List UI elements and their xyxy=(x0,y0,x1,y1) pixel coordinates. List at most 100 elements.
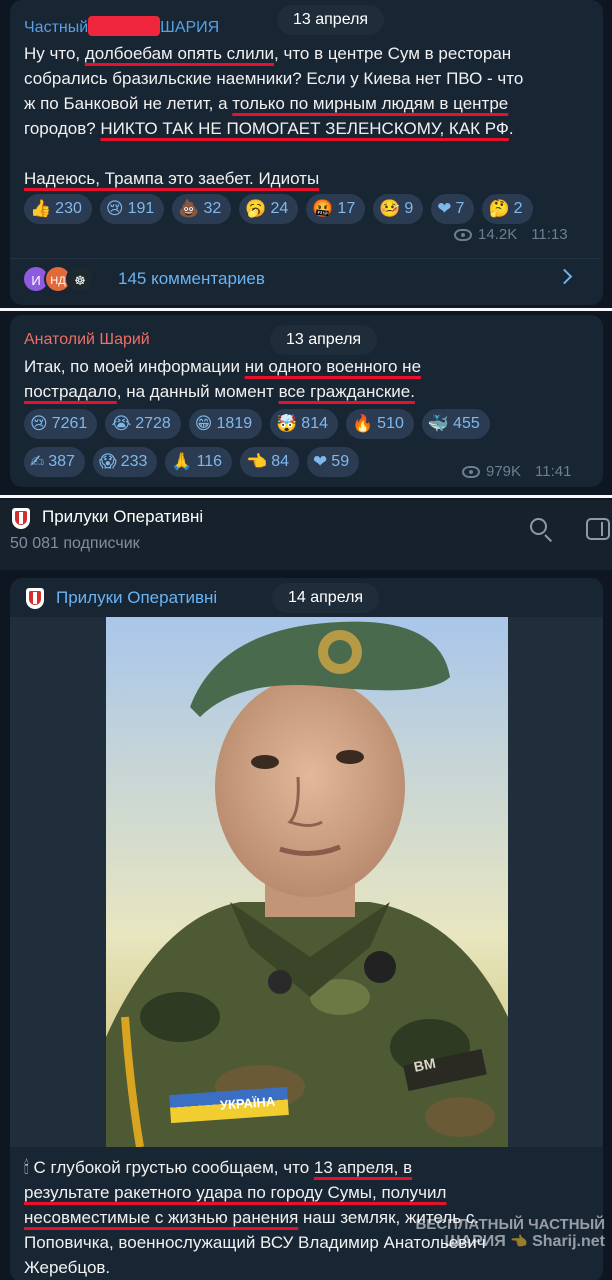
underlined-span: все гражданские. xyxy=(278,382,415,401)
reaction-emoji-icon: 😁 xyxy=(194,414,213,433)
reaction-count: 2 xyxy=(513,200,523,217)
reaction-chip[interactable]: ✍ 387 xyxy=(24,447,85,477)
reaction-chip[interactable]: 🤬 17 xyxy=(306,194,366,224)
post3-author[interactable]: Прилуки Оперативні xyxy=(56,587,217,609)
avatar: ☸ xyxy=(66,265,94,293)
watermark-line: Sharij.net xyxy=(532,1233,605,1250)
reaction-chip[interactable]: ❤ 7 xyxy=(431,194,475,224)
reaction-chip[interactable]: ❤ 59 xyxy=(307,447,360,477)
reaction-emoji-icon: ❤ xyxy=(437,199,452,218)
sidebar-toggle-icon[interactable] xyxy=(586,518,610,540)
reaction-emoji-icon: 😢 xyxy=(30,414,48,433)
post2-bubble: Анатолий Шарий 13 апреля Итак, по моей и… xyxy=(10,315,603,487)
reaction-emoji-icon: 🐳 xyxy=(427,414,450,433)
underlined-span: пострадало xyxy=(24,382,117,401)
underlined-span: несовместимые с жизнью ранения xyxy=(24,1208,299,1227)
reaction-count: 230 xyxy=(55,200,82,217)
post1-author[interactable]: Частный ШАРИЯ xyxy=(24,16,219,39)
chevron-right-icon xyxy=(556,268,573,285)
reaction-count: 233 xyxy=(120,453,148,470)
views-icon xyxy=(454,228,472,241)
reaction-count: 2728 xyxy=(135,415,171,432)
collar-label: ВМ xyxy=(412,1054,437,1075)
post1-time: 11:13 xyxy=(531,226,568,243)
text-line: собрались бразильские наемники? Если у К… xyxy=(24,69,524,88)
reaction-chip[interactable]: 🐳 455 xyxy=(421,409,490,439)
underlined-span: НИКТО ТАК НЕ ПОМОГАЕТ ЗЕЛЕНСКОМУ, КАК РФ xyxy=(100,119,509,138)
post1-reactions: 👍 230 😢 191 💩 32 🥱 24 🤬 17 🤒 9 ❤ 7 🤔 2 xyxy=(24,194,594,224)
reaction-emoji-icon: 🔥 xyxy=(352,414,374,433)
post1-panel: Частный ШАРИЯ 13 апреля Ну что, долбоебам… xyxy=(0,0,612,308)
reaction-chip[interactable]: 🤯 814 xyxy=(270,409,338,439)
reaction-emoji-icon: ❤ xyxy=(313,452,328,471)
text-span: 🕯 С глубокой грустью сообщаем, что xyxy=(24,1158,314,1177)
post2-text: Итак, по моей информации ни одного военн… xyxy=(24,354,594,404)
text-span: ж по Банковой не летит, а xyxy=(24,94,233,113)
watermark-line: ШАРИЯ xyxy=(444,1233,506,1250)
reaction-count: 32 xyxy=(203,200,222,217)
text-span: , что в центре Сум в ресторан xyxy=(274,44,512,63)
channel-name[interactable]: Прилуки Оперативні xyxy=(42,507,203,527)
channel-header: Прилуки Оперативні 50 081 подписчик xyxy=(0,500,612,570)
reaction-count: 7261 xyxy=(51,415,88,432)
text-span: городов? xyxy=(24,119,101,138)
post2-time: 11:41 xyxy=(535,463,572,480)
reaction-chip[interactable]: 😢 191 xyxy=(99,194,165,224)
reaction-chip[interactable]: 🔥 510 xyxy=(346,409,414,439)
reaction-chip[interactable]: 👍 230 xyxy=(24,194,92,224)
views-icon xyxy=(462,465,480,478)
channel-logo-icon xyxy=(12,508,30,529)
underlined-span: Надеюсь, Трампа это заебет. Идиоты xyxy=(24,169,320,188)
reaction-count: 116 xyxy=(196,453,223,470)
post1-text: Ну что, долбоебам опять слили, что в цен… xyxy=(24,41,594,191)
underlined-span: долбоебам опять слили xyxy=(84,44,275,63)
channel-logo-icon xyxy=(26,588,44,609)
reaction-chip[interactable]: 🤔 2 xyxy=(482,194,533,224)
reaction-count: 510 xyxy=(377,415,404,432)
soldier-portrait xyxy=(10,617,603,1147)
reaction-emoji-icon: 🤒 xyxy=(379,199,401,218)
patch-label: УКРАЇНА xyxy=(219,1093,276,1113)
reaction-chip[interactable]: 😢 7261 xyxy=(24,409,98,439)
reaction-chip[interactable]: 👈 84 xyxy=(240,447,300,477)
comments-bar[interactable]: И НД ☸ 145 комментариев xyxy=(10,258,600,300)
reaction-emoji-icon: 💩 xyxy=(178,199,200,218)
post1-meta: 14.2K 11:13 xyxy=(454,226,568,243)
separator xyxy=(0,495,612,498)
reaction-count: 1819 xyxy=(216,415,253,432)
reaction-count: 814 xyxy=(301,415,328,432)
reaction-chip[interactable]: 😁 1819 xyxy=(188,409,263,439)
watermark-line: БЕСПЛАТНЫЙ ЧАСТНЫЙ xyxy=(415,1216,605,1233)
post2-panel: Анатолий Шарий 13 апреля Итак, по моей и… xyxy=(0,311,612,495)
text-line: Жеребцов. xyxy=(24,1258,111,1277)
post1-views: 14.2K xyxy=(478,226,518,243)
post2-date-pill: 13 апреля xyxy=(270,325,378,355)
reaction-count: 7 xyxy=(455,200,465,217)
underlined-span: 13 апреля, в xyxy=(313,1158,413,1177)
reaction-chip[interactable]: 🤒 9 xyxy=(373,194,424,224)
underlined-span: ни одного военного не xyxy=(244,357,422,376)
reaction-chip[interactable]: 🙏 116 xyxy=(165,447,233,477)
reaction-emoji-icon: 👈 xyxy=(246,452,268,471)
post2-author[interactable]: Анатолий Шарий xyxy=(24,329,150,351)
reaction-count: 387 xyxy=(48,453,75,470)
search-icon[interactable] xyxy=(530,518,554,543)
reaction-emoji-icon: 🥱 xyxy=(245,199,267,218)
reaction-chip[interactable]: 🥱 24 xyxy=(239,194,299,224)
reaction-emoji-icon: 🙏 xyxy=(171,452,193,471)
watermark: БЕСПЛАТНЫЙ ЧАСТНЫЙ ШАРИЯ 👈 Sharij.net xyxy=(380,1216,605,1251)
text-span: Ну что, xyxy=(24,44,85,63)
post3-photo[interactable]: УКРАЇНА ВМ xyxy=(10,617,603,1147)
text-span: . xyxy=(508,119,514,138)
reaction-emoji-icon: 👍 xyxy=(30,199,52,218)
reaction-chip[interactable]: 💩 32 xyxy=(172,194,232,224)
reaction-count: 17 xyxy=(337,200,356,217)
reaction-count: 24 xyxy=(270,200,289,217)
redaction-mark xyxy=(88,16,161,36)
reaction-chip[interactable]: 😭 2728 xyxy=(105,409,181,439)
underlined-span: результате ракетного удара по городу Сум… xyxy=(24,1183,447,1202)
channel-subscribers: 50 081 подписчик xyxy=(10,535,140,552)
reaction-chip[interactable]: 😱 233 xyxy=(92,447,158,477)
reaction-emoji-icon: 😢 xyxy=(105,199,124,218)
post1-author-first: Частный xyxy=(24,19,89,36)
